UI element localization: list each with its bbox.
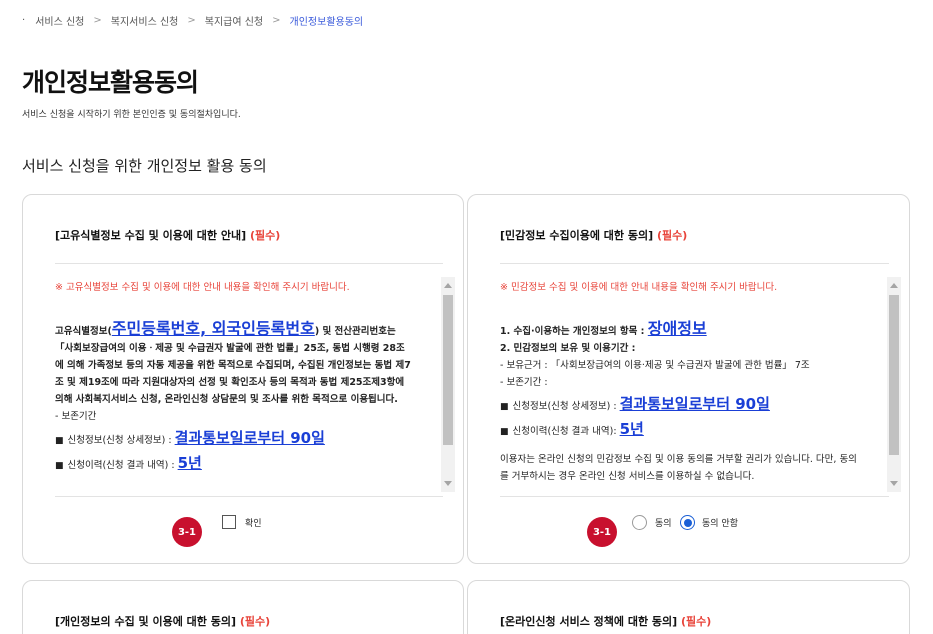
terms-body-prefix: 고유식별정보( [55, 326, 112, 337]
retention-item-2: ■ 신청이력(신청 결과 내역) : 5년 [55, 455, 413, 475]
square-bullet-icon: ■ [500, 402, 509, 412]
collected-items-label: 1. 수집·이용하는 개인정보의 항목 : [500, 326, 645, 337]
retention-item-label: 신청정보(신청 상세정보) : [67, 435, 172, 446]
required-badge: (필수) [249, 229, 281, 242]
card-title-text: [온라인신청 서비스 정책에 대한 동의] [500, 615, 678, 628]
retention-item-label: 신청이력(신청 결과 내역): [512, 426, 617, 437]
scroll-down-icon[interactable] [444, 481, 452, 486]
breadcrumb: · 서비스 신청 > 복지서비스 신청 > 복지급여 신청 > 개인정보활용동의 [22, 13, 363, 28]
retention-item-1: ■ 신청정보(신청 상세정보) : 결과통보일로부터 90일 [55, 430, 413, 450]
scrollbar[interactable] [441, 277, 455, 492]
card-title-text: [민감정보 수집이용에 대한 동의] [500, 229, 654, 242]
retention-item-value: 결과통보일로부터 90일 [619, 395, 770, 413]
breadcrumb-current: 개인정보활용동의 [289, 17, 364, 28]
chevron-right-icon: > [187, 15, 196, 26]
scrollbar[interactable] [887, 277, 901, 492]
square-bullet-icon: ■ [55, 436, 64, 446]
scrollbar-thumb[interactable] [889, 295, 899, 455]
card-title: [고유식별정보 수집 및 이용에 대한 안내] (필수) [55, 227, 280, 243]
card-title: [민감정보 수집이용에 대한 동의] (필수) [500, 227, 687, 243]
chevron-right-icon: > [93, 15, 102, 26]
collected-items-value: 장애정보 [647, 319, 707, 338]
collected-items-line: 1. 수집·이용하는 개인정보의 항목 : 장애정보 [500, 320, 859, 340]
square-bullet-icon: ■ [55, 461, 64, 471]
required-badge: (필수) [239, 615, 271, 628]
chevron-right-icon: > [272, 15, 281, 26]
scrollbar-thumb[interactable] [443, 295, 453, 445]
retention-label: - 보존기간 [55, 411, 97, 422]
terms-scroll-box[interactable]: ※ 민감정보 수집 및 이용에 대한 안내 내용을 확인해 주시기 바랍니다. … [500, 277, 879, 492]
confirm-checkbox[interactable] [222, 515, 236, 529]
section-title: 서비스 신청을 위한 개인정보 활용 동의 [22, 157, 267, 175]
square-bullet-icon: ■ [500, 427, 509, 437]
card-title-text: [개인정보의 수집 및 이용에 대한 동의] [55, 615, 237, 628]
required-badge: (필수) [656, 229, 688, 242]
divider [500, 496, 889, 497]
required-badge: (필수) [681, 615, 712, 628]
breadcrumb-item-welfare[interactable]: 복지서비스 신청 [111, 13, 179, 28]
confirm-checkbox-label[interactable]: 확인 [245, 516, 262, 529]
sensitive-info-card: [민감정보 수집이용에 대한 동의] (필수) ※ 민감정보 수집 및 이용에 … [467, 194, 910, 564]
agree-radio[interactable] [632, 515, 647, 530]
retention-item-2: ■ 신청이력(신청 결과 내역): 5년 [500, 421, 859, 441]
page-description: 서비스 신청을 시작하기 위한 본인인증 및 동의절차입니다. [22, 110, 241, 120]
breadcrumb-item-service[interactable]: 서비스 신청 [35, 13, 84, 28]
personal-info-consent-card: [개인정보의 수집 및 이용에 대한 동의] (필수) [22, 580, 464, 634]
card-title: [개인정보의 수집 및 이용에 대한 동의] (필수) [55, 613, 270, 629]
online-policy-consent-card: [온라인신청 서비스 정책에 대한 동의] (필수) [467, 580, 910, 634]
step-badge: 3-1 [172, 517, 202, 547]
scroll-up-icon[interactable] [890, 283, 898, 288]
retention-item-value: 5년 [619, 420, 644, 438]
retention-item-label: 신청이력(신청 결과 내역) : [67, 460, 175, 471]
notice-text: ※ 민감정보 수집 및 이용에 대한 안내 내용을 확인해 주시기 바랍니다. [500, 282, 778, 293]
terms-body: 고유식별정보(주민등록번호, 외국인등록번호) 및 전산관리번호는「사회보장급여… [55, 320, 413, 408]
step-badge: 3-1 [587, 517, 617, 547]
scroll-down-icon[interactable] [890, 481, 898, 486]
disagree-radio-label[interactable]: 동의 안함 [702, 516, 738, 529]
retention-basis-line: - 보유근거 : 「사회보장급여의 이용·제공 및 수급권자 발굴에 관한 법률… [500, 360, 810, 371]
id-number-highlight: 주민등록번호, 외국인등록번호 [111, 319, 315, 338]
notice-text: ※ 고유식별정보 수집 및 이용에 대한 안내 내용을 확인해 주시기 바랍니다… [55, 282, 350, 293]
page-title: 개인정보활용동의 [22, 68, 199, 97]
retention-label: - 보존기간 : [500, 377, 548, 388]
retention-period-line: 2. 민감정보의 보유 및 이용기간 : [500, 343, 636, 354]
disagree-radio[interactable] [680, 515, 695, 530]
terms-scroll-box[interactable]: ※ 고유식별정보 수집 및 이용에 대한 안내 내용을 확인해 주시기 바랍니다… [55, 277, 433, 492]
divider [500, 263, 889, 264]
agree-radio-label[interactable]: 동의 [655, 516, 672, 529]
breadcrumb-item-benefit[interactable]: 복지급여 신청 [205, 13, 263, 28]
retention-item-1: ■ 신청정보(신청 상세정보) : 결과통보일로부터 90일 [500, 396, 859, 416]
divider [55, 496, 443, 497]
retention-item-value: 5년 [177, 454, 202, 472]
divider [55, 263, 443, 264]
retention-item-value: 결과통보일로부터 90일 [174, 429, 325, 447]
breadcrumb-dot: · [22, 15, 26, 26]
card-title: [온라인신청 서비스 정책에 대한 동의] (필수) [500, 613, 711, 629]
scroll-up-icon[interactable] [444, 283, 452, 288]
retention-item-label: 신청정보(신청 상세정보) : [512, 401, 617, 412]
card-title-text: [고유식별정보 수집 및 이용에 대한 안내] [55, 229, 247, 242]
unique-id-info-card: [고유식별정보 수집 및 이용에 대한 안내] (필수) ※ 고유식별정보 수집… [22, 194, 464, 564]
refusal-right-text: 이용자는 온라인 신청의 민감정보 수집 및 이용 동의를 거부할 권리가 있습… [500, 454, 857, 482]
